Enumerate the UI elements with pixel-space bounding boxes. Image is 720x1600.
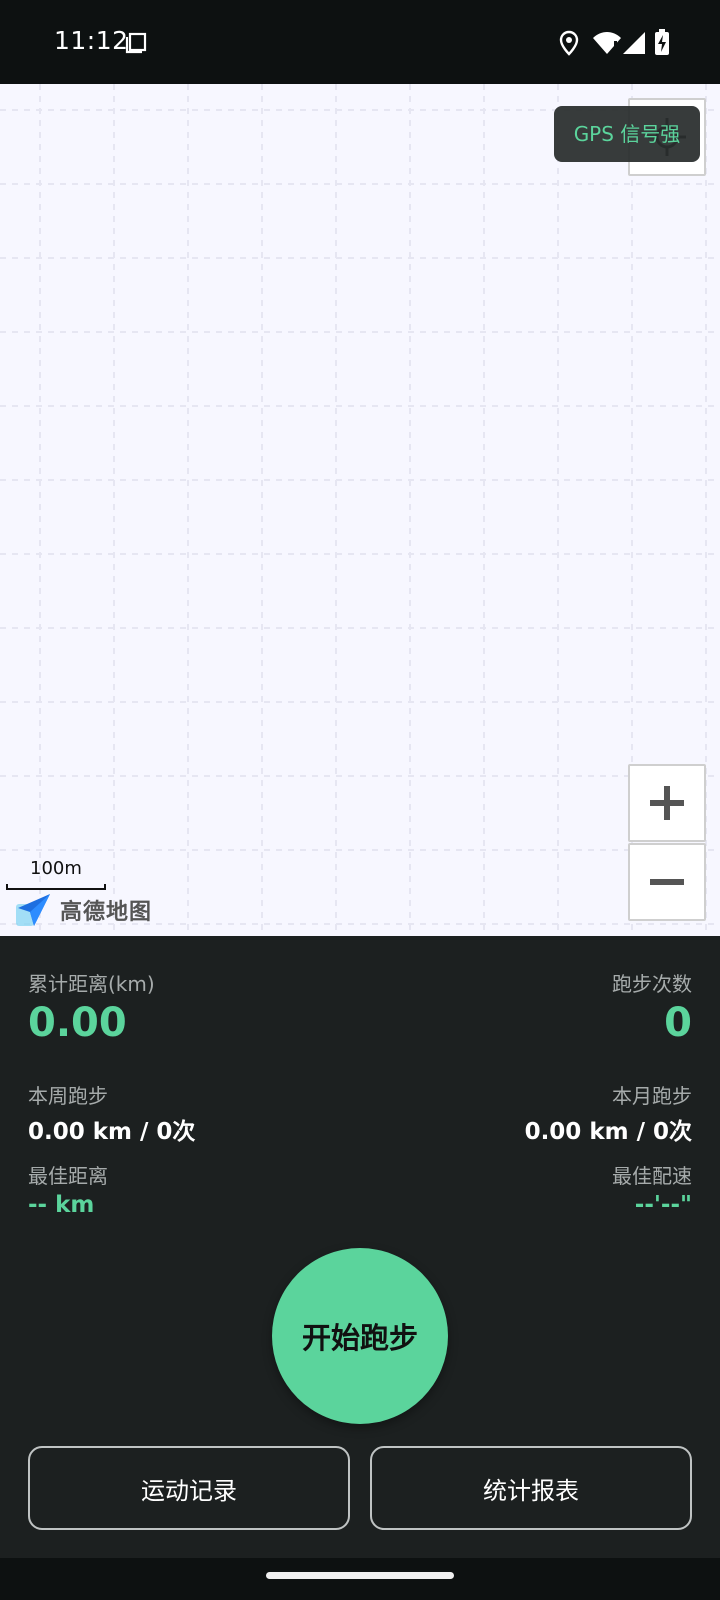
best-pace-value: --'--" [634,1192,692,1218]
total-distance-label: 累计距离(km) [28,972,155,996]
wifi-icon [593,32,621,54]
month-runs-label: 本月跑步 [612,1084,692,1108]
navigation-bar [0,1558,720,1600]
status-bar: 11:12 [0,0,720,84]
map-provider-logo: 高德地图 [14,892,152,928]
best-distance-value: -- km [28,1192,95,1218]
zoom-out-icon [650,879,684,885]
gps-status-toast: GPS 信号强 [554,106,700,162]
workout-records-button[interactable]: 运动记录 [28,1446,350,1530]
screenshot-icon [125,32,147,54]
screen: 11:12 GPS 信号强 100m 高德地图 累计距离(km) 0.00 跑步… [0,0,720,1600]
map-scale-label: 100m [30,858,82,879]
total-distance-value: 0.00 [28,1000,127,1046]
run-count-label: 跑步次数 [612,972,692,996]
signal-icon [623,32,645,54]
map-view[interactable]: GPS 信号强 100m 高德地图 [0,84,720,936]
map-grid [0,84,720,936]
status-time: 11:12 [54,26,129,55]
map-provider-name: 高德地图 [60,900,153,925]
zoom-in-icon [650,786,684,820]
zoom-in-button[interactable] [628,764,706,842]
start-run-button[interactable]: 开始跑步 [272,1248,448,1424]
best-pace-label: 最佳配速 [612,1164,692,1188]
run-count-value: 0 [664,1000,692,1046]
battery-charging-icon [655,29,669,55]
week-runs-label: 本周跑步 [28,1084,108,1108]
statistics-report-button[interactable]: 统计报表 [370,1446,692,1530]
month-runs-value: 0.00 km / 0次 [524,1119,692,1145]
best-distance-label: 最佳距离 [28,1164,108,1188]
stats-panel: 累计距离(km) 0.00 跑步次数 0 本周跑步 0.00 km / 0次 本… [0,936,720,1558]
location-icon [559,30,579,56]
home-gesture-handle[interactable] [266,1572,454,1579]
map-scale-bar [6,884,106,890]
zoom-out-button[interactable] [628,843,706,921]
week-runs-value: 0.00 km / 0次 [28,1119,196,1145]
amap-logo-icon [16,894,50,926]
